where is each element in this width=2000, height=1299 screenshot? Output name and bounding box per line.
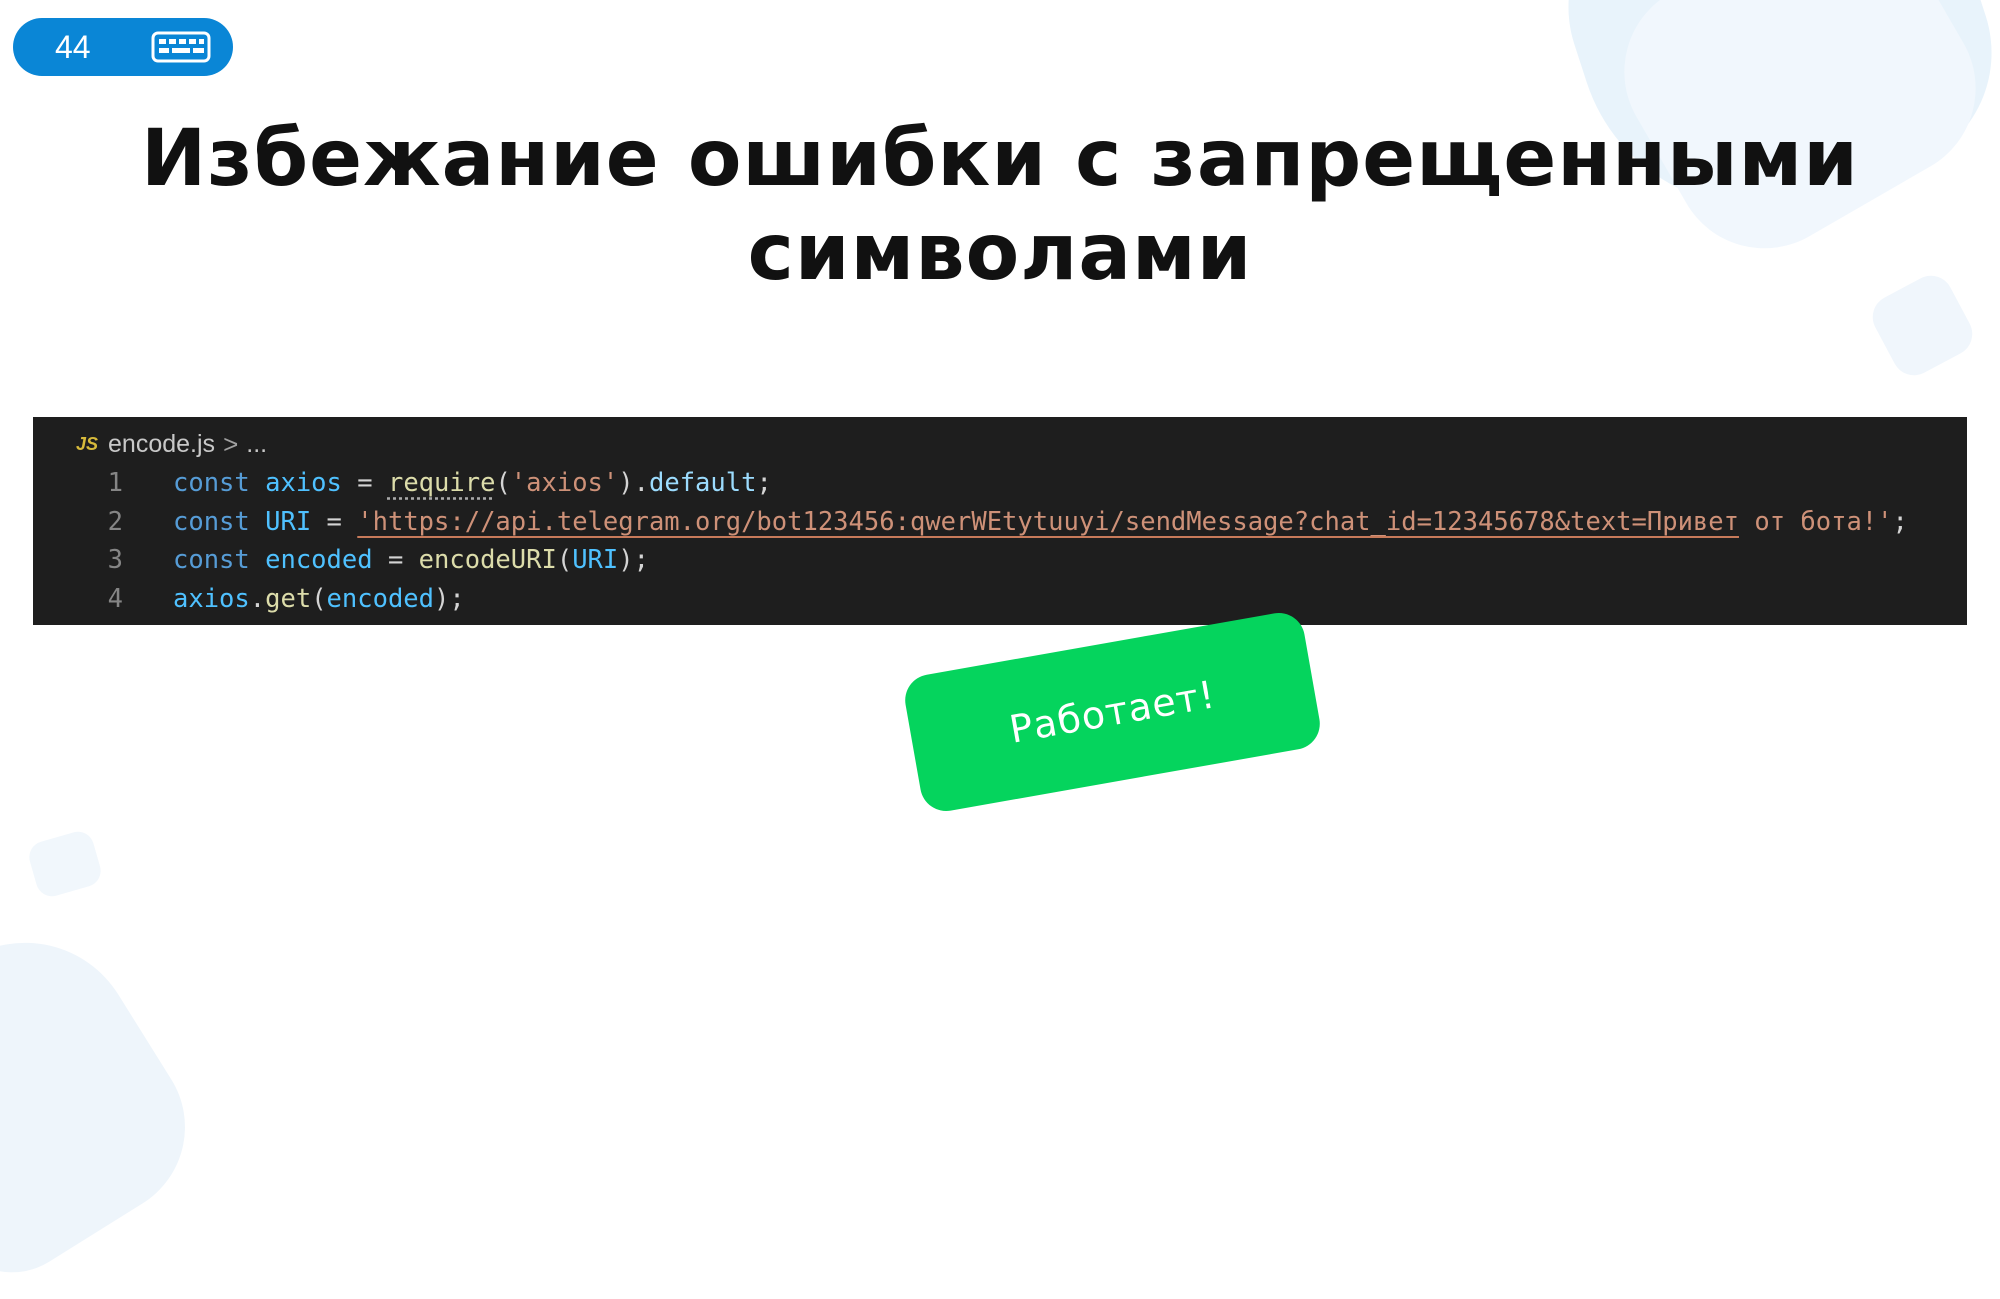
code-token: get <box>265 583 312 614</box>
page-title-line-1: Избежание ошибки с запрещенными <box>141 114 1859 204</box>
code-token: ( <box>556 545 573 575</box>
code-text: axios.get(encoded); <box>123 580 465 619</box>
code-token: URI <box>265 506 312 537</box>
code-token: от бота!' <box>1754 506 1893 537</box>
code-token: 'https://api.telegram.org/bot123456:qwer… <box>357 506 1739 537</box>
code-line-4: 4 axios.get(encoded); <box>33 580 1967 619</box>
code-line-3: 3 const encoded = encodeURI(URI); <box>33 541 1967 580</box>
code-token: ); <box>434 583 465 614</box>
code-token: . <box>249 583 266 614</box>
code-token: encoded <box>265 545 373 575</box>
line-number: 3 <box>107 545 123 575</box>
code-token: encoded <box>326 583 435 614</box>
code-text: const URI = 'https://api.telegram.org/bo… <box>123 503 1908 542</box>
code-token: encodeURI <box>418 545 557 575</box>
code-token: const <box>173 506 250 537</box>
code-text: const encoded = encodeURI(URI); <box>123 541 649 580</box>
works-sticker: Работает! <box>901 608 1324 816</box>
page-title-line-2: символами <box>747 208 1253 298</box>
code-token: const <box>173 545 250 575</box>
works-label: Работает! <box>1006 672 1219 752</box>
code-token: ); <box>618 545 649 575</box>
code-text: const axios = require('axios').default; <box>123 464 772 503</box>
javascript-file-icon: JS <box>76 433 99 454</box>
code-token: require <box>387 468 496 498</box>
code-line-1: 1 const axios = require('axios').default… <box>33 464 1967 503</box>
editor-breadcrumb: JS encode.js > ... <box>76 427 267 461</box>
code-token: default <box>648 468 757 498</box>
slide-number: 44 <box>55 28 91 65</box>
code-token: 'axios' <box>510 468 619 498</box>
code-token: axios <box>173 583 250 614</box>
line-number: 2 <box>107 506 123 537</box>
line-number: 4 <box>107 583 123 614</box>
code-token: ; <box>756 468 772 498</box>
code-token: . <box>633 468 649 498</box>
slide-number-badge: 44 <box>13 18 233 76</box>
breadcrumb-more: ... <box>246 429 268 458</box>
code-token: = <box>387 545 404 575</box>
code-token: = <box>326 506 342 537</box>
code-token: const <box>173 468 250 498</box>
code-token: ( <box>311 583 327 614</box>
code-line-2: 2 const URI = 'https://api.telegram.org/… <box>33 503 1967 542</box>
code-token: = <box>357 468 373 498</box>
chevron-right-icon: > <box>223 428 239 459</box>
code-token: axios <box>265 468 342 498</box>
decorative-blob-bottom-left <box>0 901 219 1299</box>
code-token: ( <box>495 468 511 498</box>
file-name: encode.js <box>108 429 216 458</box>
code-lines: 1 const axios = require('axios').default… <box>33 464 1967 618</box>
code-token: ; <box>1892 506 1908 537</box>
page-title: Избежание ошибки с запрещенными символам… <box>0 112 2000 300</box>
code-editor-screenshot: JS encode.js > ... 1 const axios = requi… <box>33 417 1967 625</box>
decorative-blob-left <box>25 827 105 901</box>
line-number: 1 <box>107 468 123 498</box>
code-token: ) <box>618 468 634 498</box>
code-token: URI <box>572 545 619 575</box>
keyboard-icon <box>151 31 211 63</box>
